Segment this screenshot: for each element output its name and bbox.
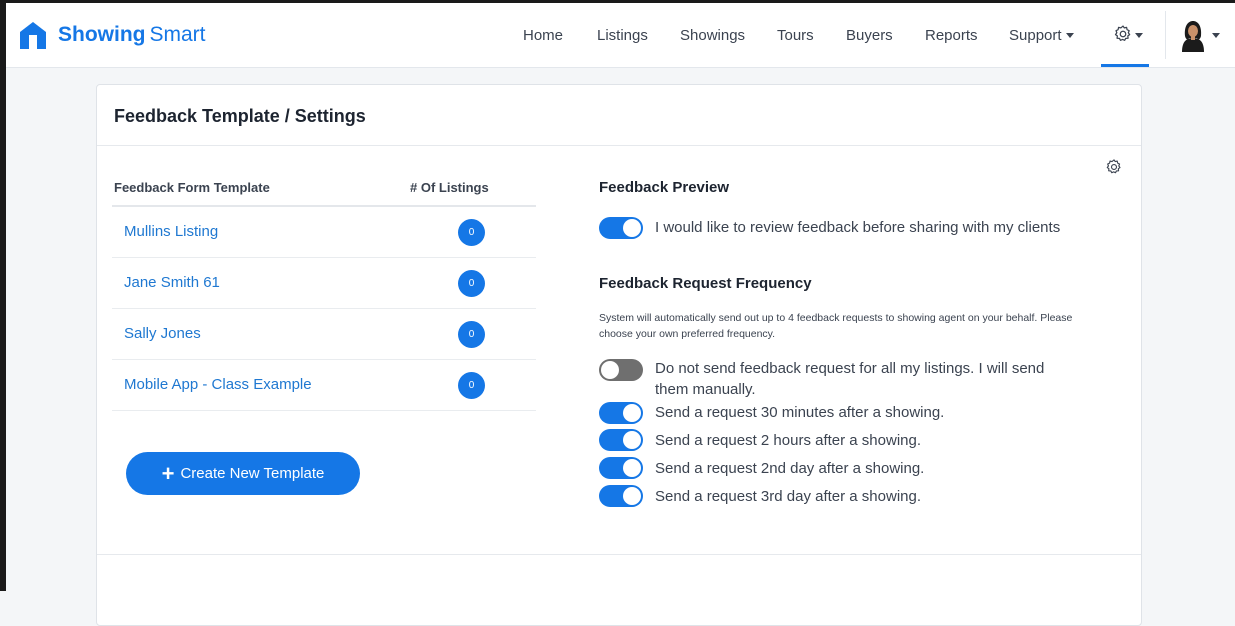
chevron-down-icon [1065,33,1074,38]
brand-name-bold: Showing [58,23,146,46]
nav-divider [1165,11,1166,59]
chevron-down-icon[interactable] [1212,33,1220,38]
listings-count-badge: 0 [458,372,485,399]
nav-support-dropdown[interactable]: Support [1009,27,1074,44]
feedback-frequency-help-text: System will automatically send out up to… [599,312,1073,340]
feedback-preview-title: Feedback Preview [599,179,730,196]
create-new-template-label: Create New Template [180,465,325,482]
column-header-listings-count: # Of Listings [410,180,489,195]
toggle-knob [601,361,619,379]
request-30-minutes-label: Send a request 30 minutes after a showin… [655,404,945,421]
template-link[interactable]: Mobile App - Class Example [124,376,312,393]
request-2nd-day-label: Send a request 2nd day after a showing. [655,460,925,477]
request-3rd-day-toggle[interactable] [599,485,643,507]
nav-support-label: Support [1009,27,1062,44]
request-3rd-day-label: Send a request 3rd day after a showing. [655,488,922,505]
brand-logo-link[interactable]: Showing Smart [16,17,206,53]
nav-listings[interactable]: Listings [597,27,648,44]
card-footer-divider [97,554,1141,555]
review-feedback-toggle[interactable] [599,217,643,239]
card-header-divider [97,145,1141,146]
column-header-template: Feedback Form Template [114,180,270,195]
feedback-settings-card: Feedback Template / Settings Feedback Fo… [96,84,1142,626]
manual-only-toggle[interactable] [599,359,643,381]
brand-name-light: Smart [149,23,206,46]
manual-only-label: Do not send feedback request for all my … [655,358,1044,400]
house-logo-icon [20,22,46,49]
table-header: Feedback Form Template # Of Listings [112,180,536,207]
request-2-hours-label: Send a request 2 hours after a showing. [655,432,922,449]
templates-table: Feedback Form Template # Of Listings Mul… [112,180,536,411]
toggle-knob [623,487,641,505]
template-link[interactable]: Jane Smith 61 [124,274,220,291]
toggle-knob [623,431,641,449]
listings-count-badge: 0 [458,321,485,348]
feedback-frequency-title: Feedback Request Frequency [599,275,812,292]
toggle-knob [623,219,641,237]
nav-tours[interactable]: Tours [777,27,814,44]
manual-only-label-line1: Do not send feedback request for all my … [655,360,1045,377]
page-title: Feedback Template / Settings [114,106,366,126]
review-feedback-label: I would like to review feedback before s… [655,219,1061,236]
create-new-template-button[interactable]: + Create New Template [126,452,360,495]
nav-showings[interactable]: Showings [680,27,745,44]
nav-buyers[interactable]: Buyers [846,27,893,44]
plus-icon: + [161,460,175,486]
toggle-knob [623,404,641,422]
request-2nd-day-toggle[interactable] [599,457,643,479]
toggle-knob [623,459,641,477]
request-2-hours-toggle[interactable] [599,429,643,451]
table-row: Jane Smith 61 0 [112,258,536,309]
active-tab-indicator [1101,64,1149,67]
listings-count-badge: 0 [458,219,485,246]
template-link[interactable]: Sally Jones [124,325,201,342]
nav-home[interactable]: Home [523,27,563,44]
manual-only-label-line2: them manually. [655,381,756,398]
request-30-minutes-toggle[interactable] [599,402,643,424]
nav-settings-dropdown[interactable] [1101,3,1149,67]
nav-reports[interactable]: Reports [925,27,978,44]
table-row: Mobile App - Class Example 0 [112,360,536,411]
window-frame-left [0,0,6,591]
gear-icon[interactable] [1105,158,1123,176]
user-avatar[interactable] [1176,18,1210,52]
template-link[interactable]: Mullins Listing [124,223,218,240]
table-row: Sally Jones 0 [112,309,536,360]
chevron-down-icon [1135,33,1143,38]
table-row: Mullins Listing 0 [112,207,536,258]
gear-icon [1114,25,1131,41]
listings-count-badge: 0 [458,270,485,297]
top-navbar: Showing Smart Home Listings Showings Tou… [6,3,1235,68]
